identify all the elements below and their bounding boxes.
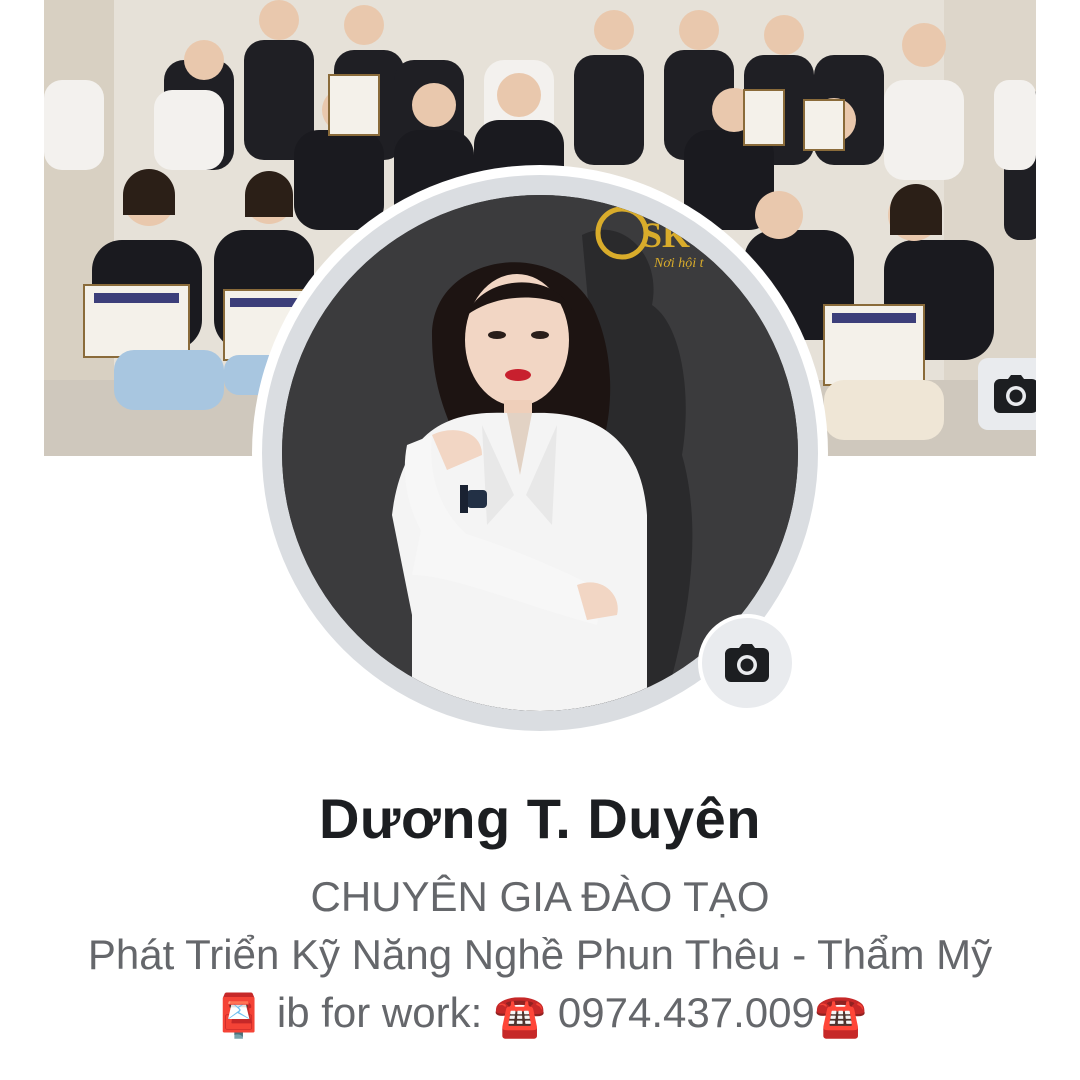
profile-picture-camera-button[interactable]	[698, 614, 796, 712]
telephone-icon: ☎️	[493, 991, 547, 1039]
bio-line-title: CHUYÊN GIA ĐÀO TẠO	[310, 873, 770, 920]
bio-line-skills: Phát Triển Kỹ Năng Nghề Phun Thêu - Thẩm…	[87, 931, 993, 978]
bio-phone-number: 0974.437.009	[557, 989, 815, 1036]
profile-page: SKY A Nơi hội t	[0, 0, 1080, 1080]
profile-bio: CHUYÊN GIA ĐÀO TẠO Phát Triển Kỹ Năng Ng…	[0, 868, 1080, 1045]
camera-icon	[994, 375, 1036, 413]
svg-text:Nơi hội t: Nơi hội t	[653, 256, 705, 271]
profile-name: Dương T. Duyên	[318, 787, 762, 850]
bio-line-contact: 📮 ib for work: ☎️ 0974.437.009☎️	[0, 984, 1080, 1045]
cover-photo-camera-button[interactable]	[978, 358, 1036, 430]
bio-contact-text: ib for work:	[276, 989, 483, 1036]
camera-icon	[725, 644, 769, 682]
postbox-icon: 📮	[212, 991, 266, 1039]
telephone-icon: ☎️	[814, 991, 868, 1039]
